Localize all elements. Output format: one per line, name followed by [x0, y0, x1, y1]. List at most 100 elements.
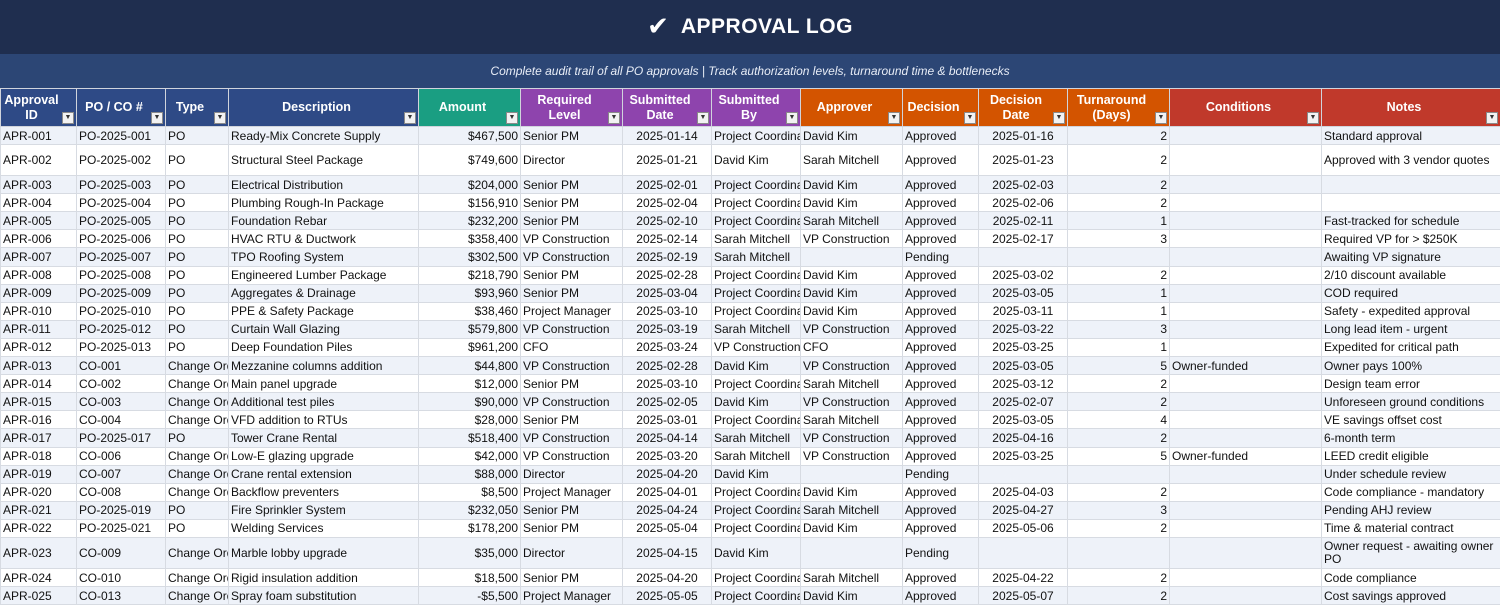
table-cell[interactable]: PO-2025-002	[77, 145, 166, 176]
table-cell[interactable]: CO-004	[77, 411, 166, 429]
table-cell[interactable]: $88,000	[419, 465, 521, 483]
table-row[interactable]: APR-009PO-2025-009POAggregates & Drainag…	[1, 284, 1500, 302]
table-cell[interactable]: PO	[166, 501, 229, 519]
table-cell[interactable]	[1068, 537, 1170, 568]
table-cell[interactable]: Senior PM	[521, 176, 623, 194]
table-cell[interactable]: Project Coordinator	[712, 587, 801, 605]
table-cell[interactable]: Pending	[903, 537, 979, 568]
table-cell[interactable]: Plumbing Rough-In Package	[229, 194, 419, 212]
table-cell[interactable]: Senior PM	[521, 411, 623, 429]
table-cell[interactable]: 2025-04-20	[623, 465, 712, 483]
table-cell[interactable]	[979, 465, 1068, 483]
table-cell[interactable]: $358,400	[419, 230, 521, 248]
table-cell[interactable]: $12,000	[419, 375, 521, 393]
table-cell[interactable]	[801, 248, 903, 266]
table-cell[interactable]: APR-017	[1, 429, 77, 447]
table-cell[interactable]: Senior PM	[521, 519, 623, 537]
table-cell[interactable]: VP Construction	[521, 393, 623, 411]
table-cell[interactable]: Fire Sprinkler System	[229, 501, 419, 519]
table-cell[interactable]: CO-002	[77, 375, 166, 393]
table-cell[interactable]: Sarah Mitchell	[712, 447, 801, 465]
table-cell[interactable]: Project Coordinator	[712, 375, 801, 393]
table-cell[interactable]: 5	[1068, 447, 1170, 465]
table-cell[interactable]: VE savings offset cost	[1322, 411, 1500, 429]
table-cell[interactable]: Sarah Mitchell	[801, 411, 903, 429]
table-cell[interactable]: Sarah Mitchell	[712, 230, 801, 248]
table-row[interactable]: APR-005PO-2025-005POFoundation Rebar$232…	[1, 212, 1500, 230]
table-cell[interactable]: 2025-03-12	[979, 375, 1068, 393]
table-cell[interactable]: PO	[166, 429, 229, 447]
table-cell[interactable]: Approved	[903, 375, 979, 393]
table-cell[interactable]: PO-2025-010	[77, 302, 166, 320]
table-cell[interactable]: APR-011	[1, 320, 77, 338]
table-cell[interactable]: HVAC RTU & Ductwork	[229, 230, 419, 248]
table-cell[interactable]: 2025-03-22	[979, 320, 1068, 338]
table-cell[interactable]: 2025-02-06	[979, 194, 1068, 212]
filter-dropdown-icon[interactable]: ▼	[697, 112, 709, 124]
filter-dropdown-icon[interactable]: ▼	[1486, 112, 1498, 124]
table-cell[interactable]: 4	[1068, 411, 1170, 429]
table-cell[interactable]: Approved	[903, 411, 979, 429]
table-cell[interactable]: Change Order	[166, 587, 229, 605]
table-cell[interactable]: VP Construction	[801, 230, 903, 248]
table-cell[interactable]	[1068, 465, 1170, 483]
table-row[interactable]: APR-018CO-006Change OrderLow-E glazing u…	[1, 447, 1500, 465]
table-cell[interactable]: APR-012	[1, 338, 77, 356]
table-cell[interactable]: VP Construction	[521, 429, 623, 447]
column-header[interactable]: Conditions▼	[1170, 89, 1322, 127]
table-cell[interactable]: 2025-02-14	[623, 230, 712, 248]
table-cell[interactable]: 2025-02-28	[623, 266, 712, 284]
table-cell[interactable]: Change Order	[166, 411, 229, 429]
table-cell[interactable]: 2025-02-07	[979, 393, 1068, 411]
table-cell[interactable]: 2025-04-24	[623, 501, 712, 519]
table-cell[interactable]: Change Order	[166, 465, 229, 483]
table-cell[interactable]: 2	[1068, 483, 1170, 501]
table-cell[interactable]: $18,500	[419, 568, 521, 586]
column-header[interactable]: Notes▼	[1322, 89, 1500, 127]
table-cell[interactable]: Fast-tracked for schedule	[1322, 212, 1500, 230]
table-cell[interactable]: 2025-01-14	[623, 127, 712, 145]
table-cell[interactable]	[979, 248, 1068, 266]
table-cell[interactable]: 1	[1068, 284, 1170, 302]
table-cell[interactable]: Aggregates & Drainage	[229, 284, 419, 302]
table-cell[interactable]: Change Order	[166, 393, 229, 411]
table-cell[interactable]: 2025-04-16	[979, 429, 1068, 447]
table-cell[interactable]: VP Construction	[801, 447, 903, 465]
column-header[interactable]: Decision▼	[903, 89, 979, 127]
table-cell[interactable]: APR-023	[1, 537, 77, 568]
table-cell[interactable]: PO	[166, 248, 229, 266]
column-header[interactable]: Submitted Date▼	[623, 89, 712, 127]
table-cell[interactable]: Director	[521, 537, 623, 568]
table-cell[interactable]: APR-020	[1, 483, 77, 501]
column-header[interactable]: Amount▼	[419, 89, 521, 127]
table-cell[interactable]	[1322, 176, 1500, 194]
table-cell[interactable]: Change Order	[166, 568, 229, 586]
column-header[interactable]: Submitted By▼	[712, 89, 801, 127]
table-cell[interactable]: APR-015	[1, 393, 77, 411]
table-cell[interactable]: 2025-03-10	[623, 375, 712, 393]
table-cell[interactable]: CO-003	[77, 393, 166, 411]
table-cell[interactable]: Deep Foundation Piles	[229, 338, 419, 356]
table-cell[interactable]: 2025-03-05	[979, 284, 1068, 302]
table-row[interactable]: APR-022PO-2025-021POWelding Services$178…	[1, 519, 1500, 537]
table-cell[interactable]	[801, 465, 903, 483]
table-cell[interactable]: Change Order	[166, 375, 229, 393]
table-cell[interactable]: PO-2025-012	[77, 320, 166, 338]
table-cell[interactable]	[1170, 568, 1322, 586]
table-cell[interactable]: Director	[521, 465, 623, 483]
table-cell[interactable]: Sarah Mitchell	[712, 320, 801, 338]
table-cell[interactable]: 3	[1068, 501, 1170, 519]
table-cell[interactable]: $232,200	[419, 212, 521, 230]
table-cell[interactable]: APR-019	[1, 465, 77, 483]
table-cell[interactable]: Required VP for > $250K	[1322, 230, 1500, 248]
table-cell[interactable]: $579,800	[419, 320, 521, 338]
table-cell[interactable]: Project Coordinator	[712, 284, 801, 302]
filter-dropdown-icon[interactable]: ▼	[964, 112, 976, 124]
table-cell[interactable]: $42,000	[419, 447, 521, 465]
table-cell[interactable]: 2025-03-20	[623, 447, 712, 465]
table-cell[interactable]: 2	[1068, 587, 1170, 605]
table-cell[interactable]: $28,000	[419, 411, 521, 429]
table-cell[interactable]: 2025-02-28	[623, 357, 712, 375]
table-cell[interactable]: $90,000	[419, 393, 521, 411]
table-row[interactable]: APR-020CO-008Change OrderBackflow preven…	[1, 483, 1500, 501]
